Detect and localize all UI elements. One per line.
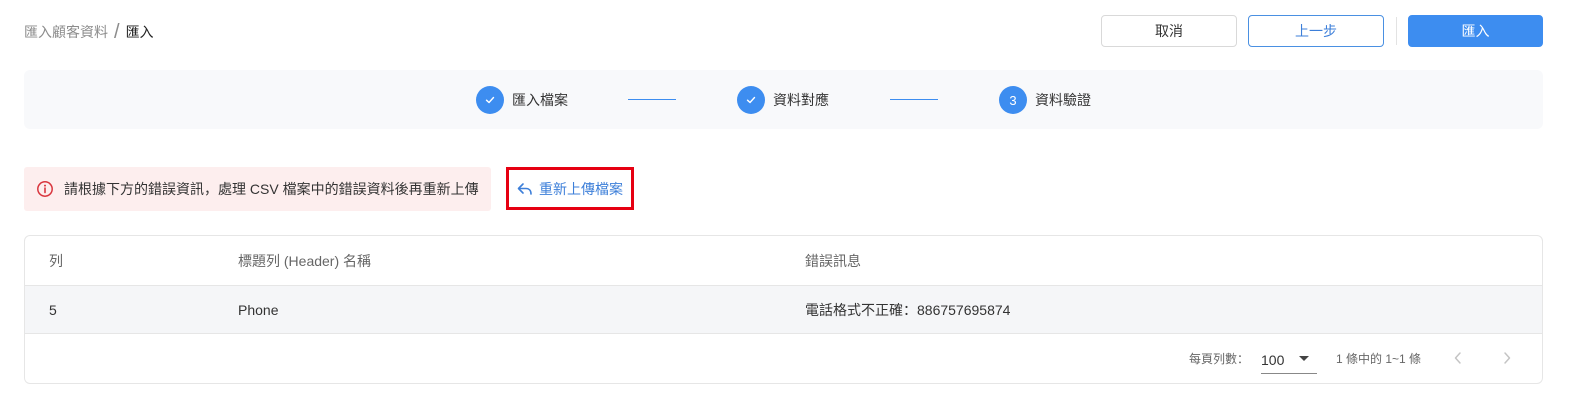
breadcrumb-current: 匯入: [125, 24, 154, 40]
error-alert: 請根據下方的錯誤資訊，處理 CSV 檔案中的錯誤資料後再重新上傳: [24, 167, 491, 211]
button-divider: [1396, 17, 1397, 45]
caret-down-icon: [1299, 356, 1309, 361]
info-circle-icon: [37, 181, 53, 197]
chevron-left-icon: [1454, 352, 1461, 364]
prev-page-button[interactable]: [1448, 348, 1468, 368]
error-table: 列 標題列 (Header) 名稱 錯誤訊息 5 Phone 電話格式不正確：8…: [24, 235, 1543, 384]
check-icon: [737, 86, 765, 114]
column-header-field: 標題列 (Header) 名稱: [238, 252, 372, 269]
import-button[interactable]: 匯入: [1408, 15, 1543, 47]
breadcrumb-parent[interactable]: 匯入顧客資料: [24, 22, 108, 42]
rows-per-page-value: 100: [1261, 351, 1285, 368]
step-label: 資料對應: [773, 92, 829, 108]
step-import-file: 匯入檔案: [476, 86, 568, 114]
alert-text: 請根據下方的錯誤資訊，處理 CSV 檔案中的錯誤資料後再重新上傳: [64, 181, 479, 197]
next-page-button[interactable]: [1497, 348, 1517, 368]
reply-arrow-icon: [517, 182, 532, 195]
back-button[interactable]: 上一步: [1248, 15, 1384, 47]
stepper: 匯入檔案 資料對應 3 資料驗證: [24, 70, 1543, 129]
column-header-error: 錯誤訊息: [805, 252, 861, 269]
step-data-validation: 3 資料驗證: [999, 86, 1091, 114]
step-connector: [890, 99, 938, 100]
check-icon: [476, 86, 504, 114]
breadcrumb: 匯入顧客資料 / 匯入: [24, 20, 154, 43]
reupload-label: 重新上傳檔案: [539, 180, 623, 197]
step-label: 匯入檔案: [512, 92, 568, 108]
pagination: 每頁列數： 100 1 條中的 1~1 條: [25, 334, 1542, 383]
table-header: 列 標題列 (Header) 名稱 錯誤訊息: [25, 236, 1542, 286]
chevron-right-icon: [1504, 352, 1511, 364]
rows-per-page-select[interactable]: 100: [1261, 346, 1317, 374]
page-range: 1 條中的 1~1 條: [1336, 352, 1422, 366]
cell-header-name: Phone: [238, 301, 279, 318]
cell-row-number: 5: [49, 301, 57, 318]
step-label: 資料驗證: [1035, 92, 1091, 108]
cancel-button[interactable]: 取消: [1101, 15, 1237, 47]
table-row: 5 Phone 電話格式不正確：886757695874: [25, 286, 1542, 334]
step-number: 3: [999, 86, 1027, 114]
cell-error-message: 電話格式不正確：886757695874: [805, 301, 1011, 318]
step-data-mapping: 資料對應: [737, 86, 829, 114]
breadcrumb-separator: /: [114, 20, 120, 43]
rows-per-page-label: 每頁列數：: [1189, 352, 1250, 366]
reupload-file-link[interactable]: 重新上傳檔案: [506, 167, 634, 210]
column-header-row: 列: [49, 252, 63, 269]
step-connector: [628, 99, 676, 100]
